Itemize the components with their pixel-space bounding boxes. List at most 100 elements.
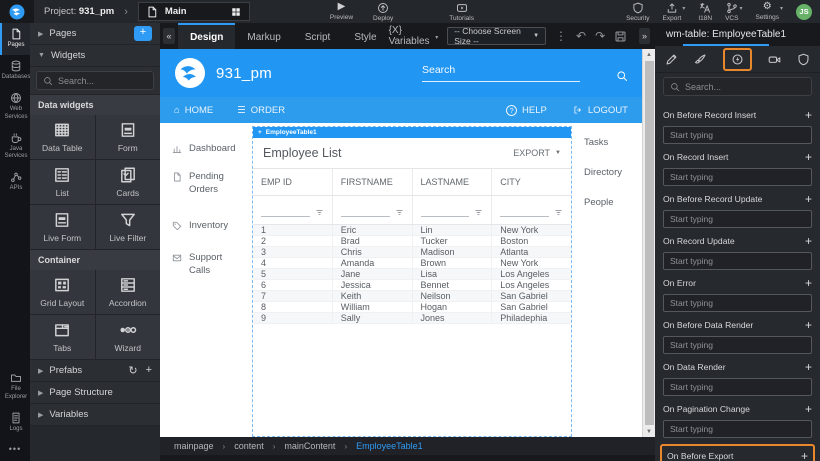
pages-section-header[interactable]: ▶ Pages + — [30, 23, 160, 45]
breadcrumb-item-active[interactable]: EmployeeTable1 — [356, 441, 423, 451]
preview-button[interactable]: ▶ Preview — [330, 2, 353, 22]
redo-icon[interactable]: ↷ — [595, 30, 605, 42]
add-event-icon[interactable]: + — [805, 277, 812, 289]
breadcrumb-item[interactable]: mainContent — [284, 441, 335, 451]
table-row[interactable]: 9SallyJonesPhiladephia — [253, 313, 571, 324]
widget-tile-live-form[interactable]: Live Form — [30, 205, 95, 249]
i18n-button[interactable]: I18N — [698, 2, 712, 22]
event-handler-input[interactable] — [663, 420, 812, 438]
page-structure-section-header[interactable]: ▶ Page Structure — [30, 382, 160, 404]
add-event-icon[interactable]: + — [805, 151, 812, 163]
link-people[interactable]: People — [584, 197, 638, 208]
filter-icon[interactable] — [395, 208, 404, 217]
table-row[interactable]: 2BradTuckerBoston — [253, 236, 571, 247]
page-selector[interactable]: Main — [138, 2, 250, 21]
tab-script[interactable]: Script — [293, 23, 343, 49]
table-row[interactable]: 5JaneLisaLos Angeles — [253, 269, 571, 280]
event-handler-input[interactable] — [663, 210, 812, 228]
widget-tile-grid-layout[interactable]: Grid Layout — [30, 270, 95, 314]
column-header[interactable]: LASTNAME — [413, 169, 493, 195]
add-event-icon[interactable]: + — [805, 109, 812, 121]
prefabs-section-header[interactable]: ▶ Prefabs ↻ + — [30, 360, 160, 382]
security-tab[interactable] — [797, 53, 810, 66]
filter-icon[interactable] — [474, 208, 483, 217]
refresh-icon[interactable]: ↻ — [128, 364, 137, 377]
add-event-icon[interactable]: + — [805, 193, 812, 205]
wavemaker-logo[interactable] — [0, 0, 34, 23]
user-avatar[interactable]: JS — [796, 4, 812, 20]
add-event-icon[interactable]: + — [805, 235, 812, 247]
widget-tile-tabs[interactable]: Tabs — [30, 315, 95, 359]
table-row[interactable]: 1EricLinNew York — [253, 225, 571, 236]
security-button[interactable]: Security — [626, 2, 649, 22]
employee-table-widget[interactable]: + EmployeeTable1 Employee List EXPORT ▼ — [252, 126, 572, 437]
add-event-icon[interactable]: + — [805, 361, 812, 373]
sidebar-item-inventory[interactable]: Inventory — [172, 212, 246, 240]
rail-overflow-icon[interactable]: ••• — [9, 439, 21, 461]
widget-tile-accordion[interactable]: Accordion — [96, 270, 161, 314]
filter-input[interactable] — [421, 206, 470, 217]
styles-tab[interactable] — [694, 53, 707, 66]
events-tab[interactable] — [723, 48, 752, 71]
breadcrumb-item[interactable]: mainpage — [174, 441, 214, 451]
event-handler-input[interactable] — [663, 336, 812, 354]
filter-icon[interactable] — [554, 208, 563, 217]
event-handler-input[interactable] — [663, 294, 812, 312]
widget-tile-wizard[interactable]: Wizard — [96, 315, 161, 359]
table-row[interactable]: 6JessicaBennetLos Angeles — [253, 280, 571, 291]
link-directory[interactable]: Directory — [584, 167, 638, 178]
search-icon[interactable] — [616, 70, 628, 82]
variables-section-header[interactable]: ▶ Variables — [30, 404, 160, 426]
nav-help[interactable]: ? HELP — [506, 105, 547, 116]
scroll-up-icon[interactable]: ▲ — [646, 49, 652, 60]
sidebar-item-pending-orders[interactable]: Pending Orders — [172, 163, 246, 204]
widgets-section-header[interactable]: ▼ Widgets — [30, 45, 160, 67]
sidebar-item-dashboard[interactable]: Dashboard — [172, 135, 246, 163]
device-tab[interactable] — [768, 53, 781, 66]
event-handler-input[interactable] — [663, 378, 812, 396]
column-header[interactable]: FIRSTNAME — [333, 169, 413, 195]
event-handler-input[interactable] — [663, 168, 812, 186]
nav-logout[interactable]: LOGOUT — [573, 105, 628, 116]
add-event-icon[interactable]: + — [801, 450, 808, 461]
canvas-scrollbar[interactable]: ▲ ▼ — [642, 49, 655, 437]
column-header[interactable]: EMP ID — [253, 169, 333, 195]
tutorials-button[interactable]: Tutorials — [449, 2, 474, 22]
scroll-down-icon[interactable]: ▼ — [646, 426, 652, 437]
widget-tile-cards[interactable]: Cards — [96, 160, 161, 204]
selected-widget-tag[interactable]: + EmployeeTable1 — [253, 127, 571, 138]
rail-item-pages[interactable]: Pages — [0, 23, 30, 55]
column-header[interactable]: CITY — [492, 169, 571, 195]
breadcrumb-item[interactable]: content — [234, 441, 264, 451]
filter-input[interactable] — [341, 206, 390, 217]
event-handler-input[interactable] — [663, 252, 812, 270]
nav-order[interactable]: ☰ ORDER — [237, 105, 285, 116]
rail-item-logs[interactable]: Logs — [0, 407, 30, 439]
export-button[interactable]: EXPORT ▼ — [513, 148, 561, 158]
table-row[interactable]: 3ChrisMadisonAtlanta — [253, 247, 571, 258]
settings-menu[interactable]: ⚙ Settings ▾ — [755, 2, 783, 21]
widget-tile-data-table[interactable]: Data Table — [30, 115, 95, 159]
table-row[interactable]: 7KeithNeilsonSan Gabriel — [253, 291, 571, 302]
add-event-icon[interactable]: + — [805, 403, 812, 415]
filter-icon[interactable] — [315, 208, 324, 217]
event-handler-input[interactable] — [663, 126, 812, 144]
deploy-button[interactable]: Deploy — [373, 2, 393, 22]
add-event-icon[interactable]: + — [805, 319, 812, 331]
rail-item-apis[interactable]: APIs — [0, 166, 30, 198]
events-search-input[interactable] — [685, 82, 805, 92]
sidebar-item-support-calls[interactable]: Support Calls — [172, 244, 246, 285]
widget-tile-live-filter[interactable]: Live Filter — [96, 205, 161, 249]
add-page-button[interactable]: + — [134, 26, 152, 41]
collapse-left-panel-button[interactable]: « — [163, 28, 175, 44]
link-tasks[interactable]: Tasks — [584, 137, 638, 148]
tab-style[interactable]: Style — [342, 23, 388, 49]
screen-size-select[interactable]: -- Choose Screen Size -- ▼ — [447, 27, 546, 45]
undo-icon[interactable]: ↶ — [576, 30, 586, 42]
collapse-right-panel-button[interactable]: » — [639, 28, 650, 44]
widget-search-input[interactable] — [58, 76, 147, 86]
rail-item-file-explorer[interactable]: File Explorer — [0, 367, 30, 406]
rail-item-java-services[interactable]: Java Services — [0, 127, 30, 166]
widget-tile-list[interactable]: List — [30, 160, 95, 204]
rail-item-databases[interactable]: Databases — [0, 55, 30, 87]
